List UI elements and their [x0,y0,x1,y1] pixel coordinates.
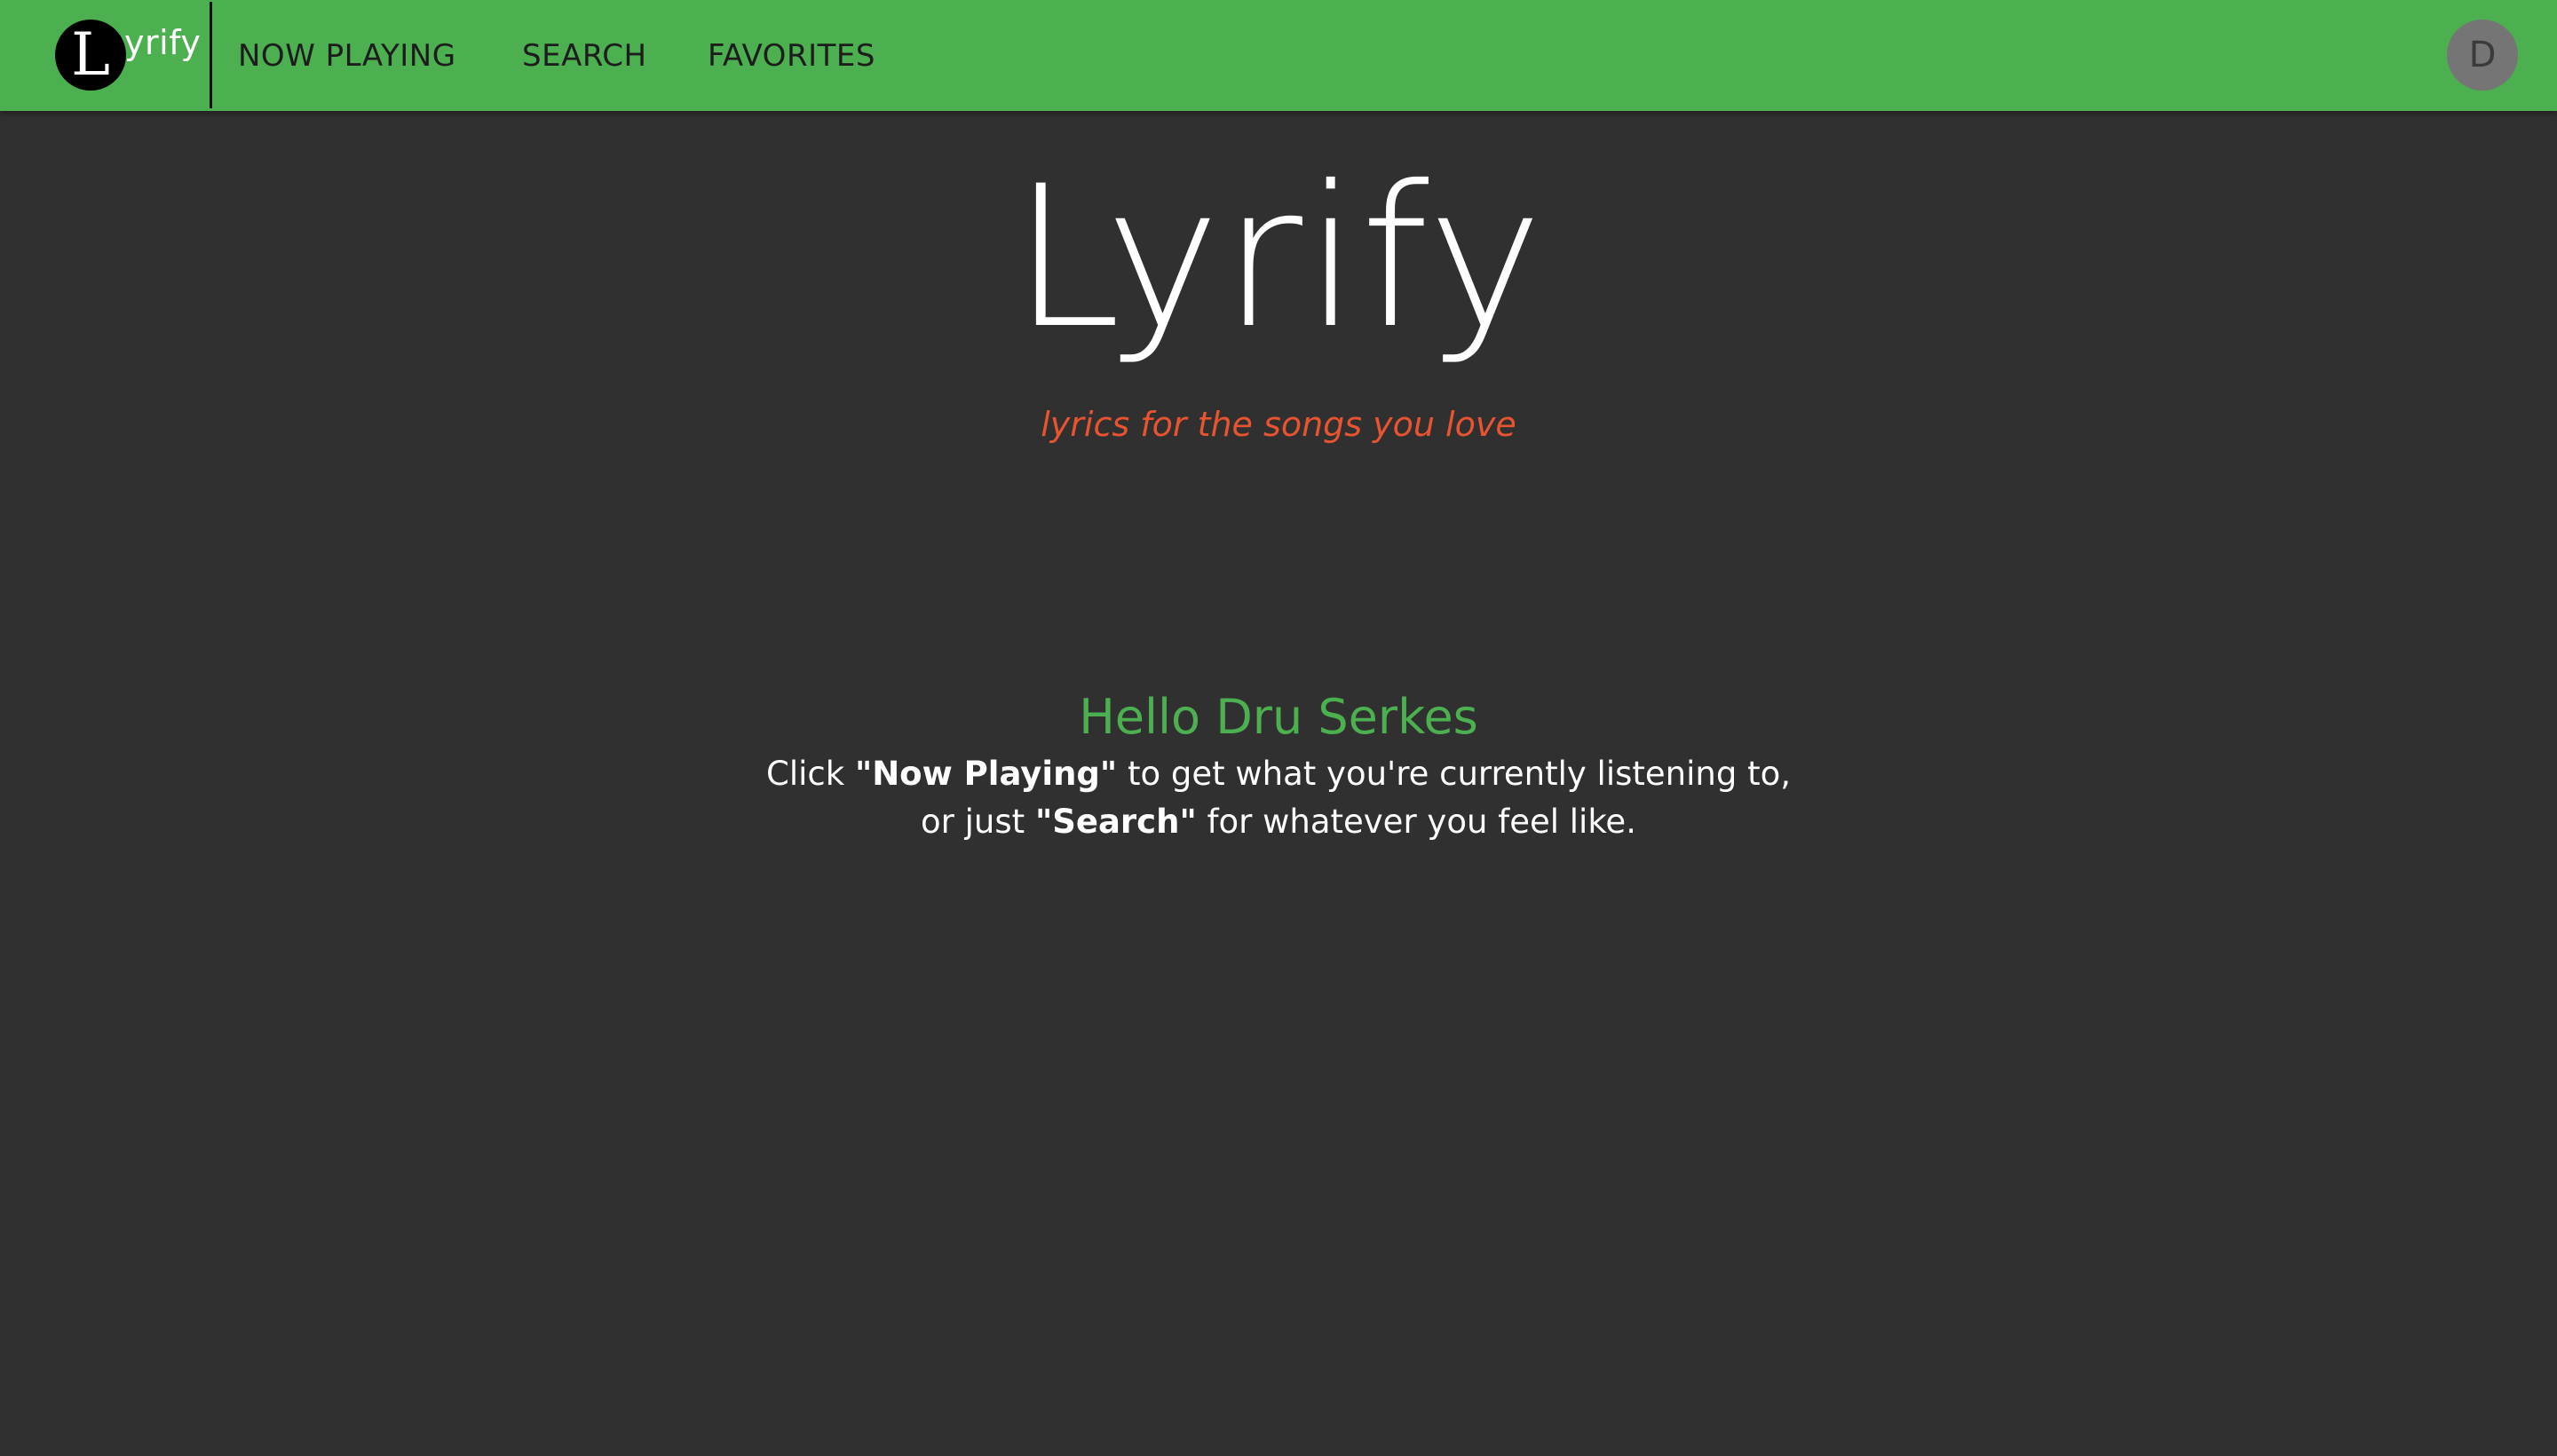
tagline: lyrics for the songs you love [1041,405,1516,444]
instructions-line-1: Click "Now Playing" to get what you're c… [0,750,2557,798]
nav-now-playing[interactable]: NOW PLAYING [238,36,456,76]
logo-icon: L [55,20,126,91]
line1-pre: Click [766,755,855,793]
logo-text: yrify [124,23,202,62]
instructions-text: Click "Now Playing" to get what you're c… [0,750,2557,846]
nav-favorites[interactable]: FAVORITES [708,36,875,76]
user-avatar[interactable]: D [2447,20,2518,91]
line2-post: for whatever you feel like. [1196,803,1636,841]
line2-pre: or just [921,803,1035,841]
greeting-heading: Hello Dru Serkes [1079,689,1478,745]
nav-divider [210,2,212,108]
page-title: Lyrify [1012,144,1545,371]
line1-post: to get what you're currently listening t… [1117,755,1791,793]
instructions-line-2: or just "Search" for whatever you feel l… [0,798,2557,846]
search-emphasis: "Search" [1034,803,1197,841]
now-playing-emphasis: "Now Playing" [854,755,1118,793]
top-navbar: L yrify NOW PLAYING SEARCH FAVORITES D [0,0,2557,111]
nav-search[interactable]: SEARCH [522,36,647,76]
